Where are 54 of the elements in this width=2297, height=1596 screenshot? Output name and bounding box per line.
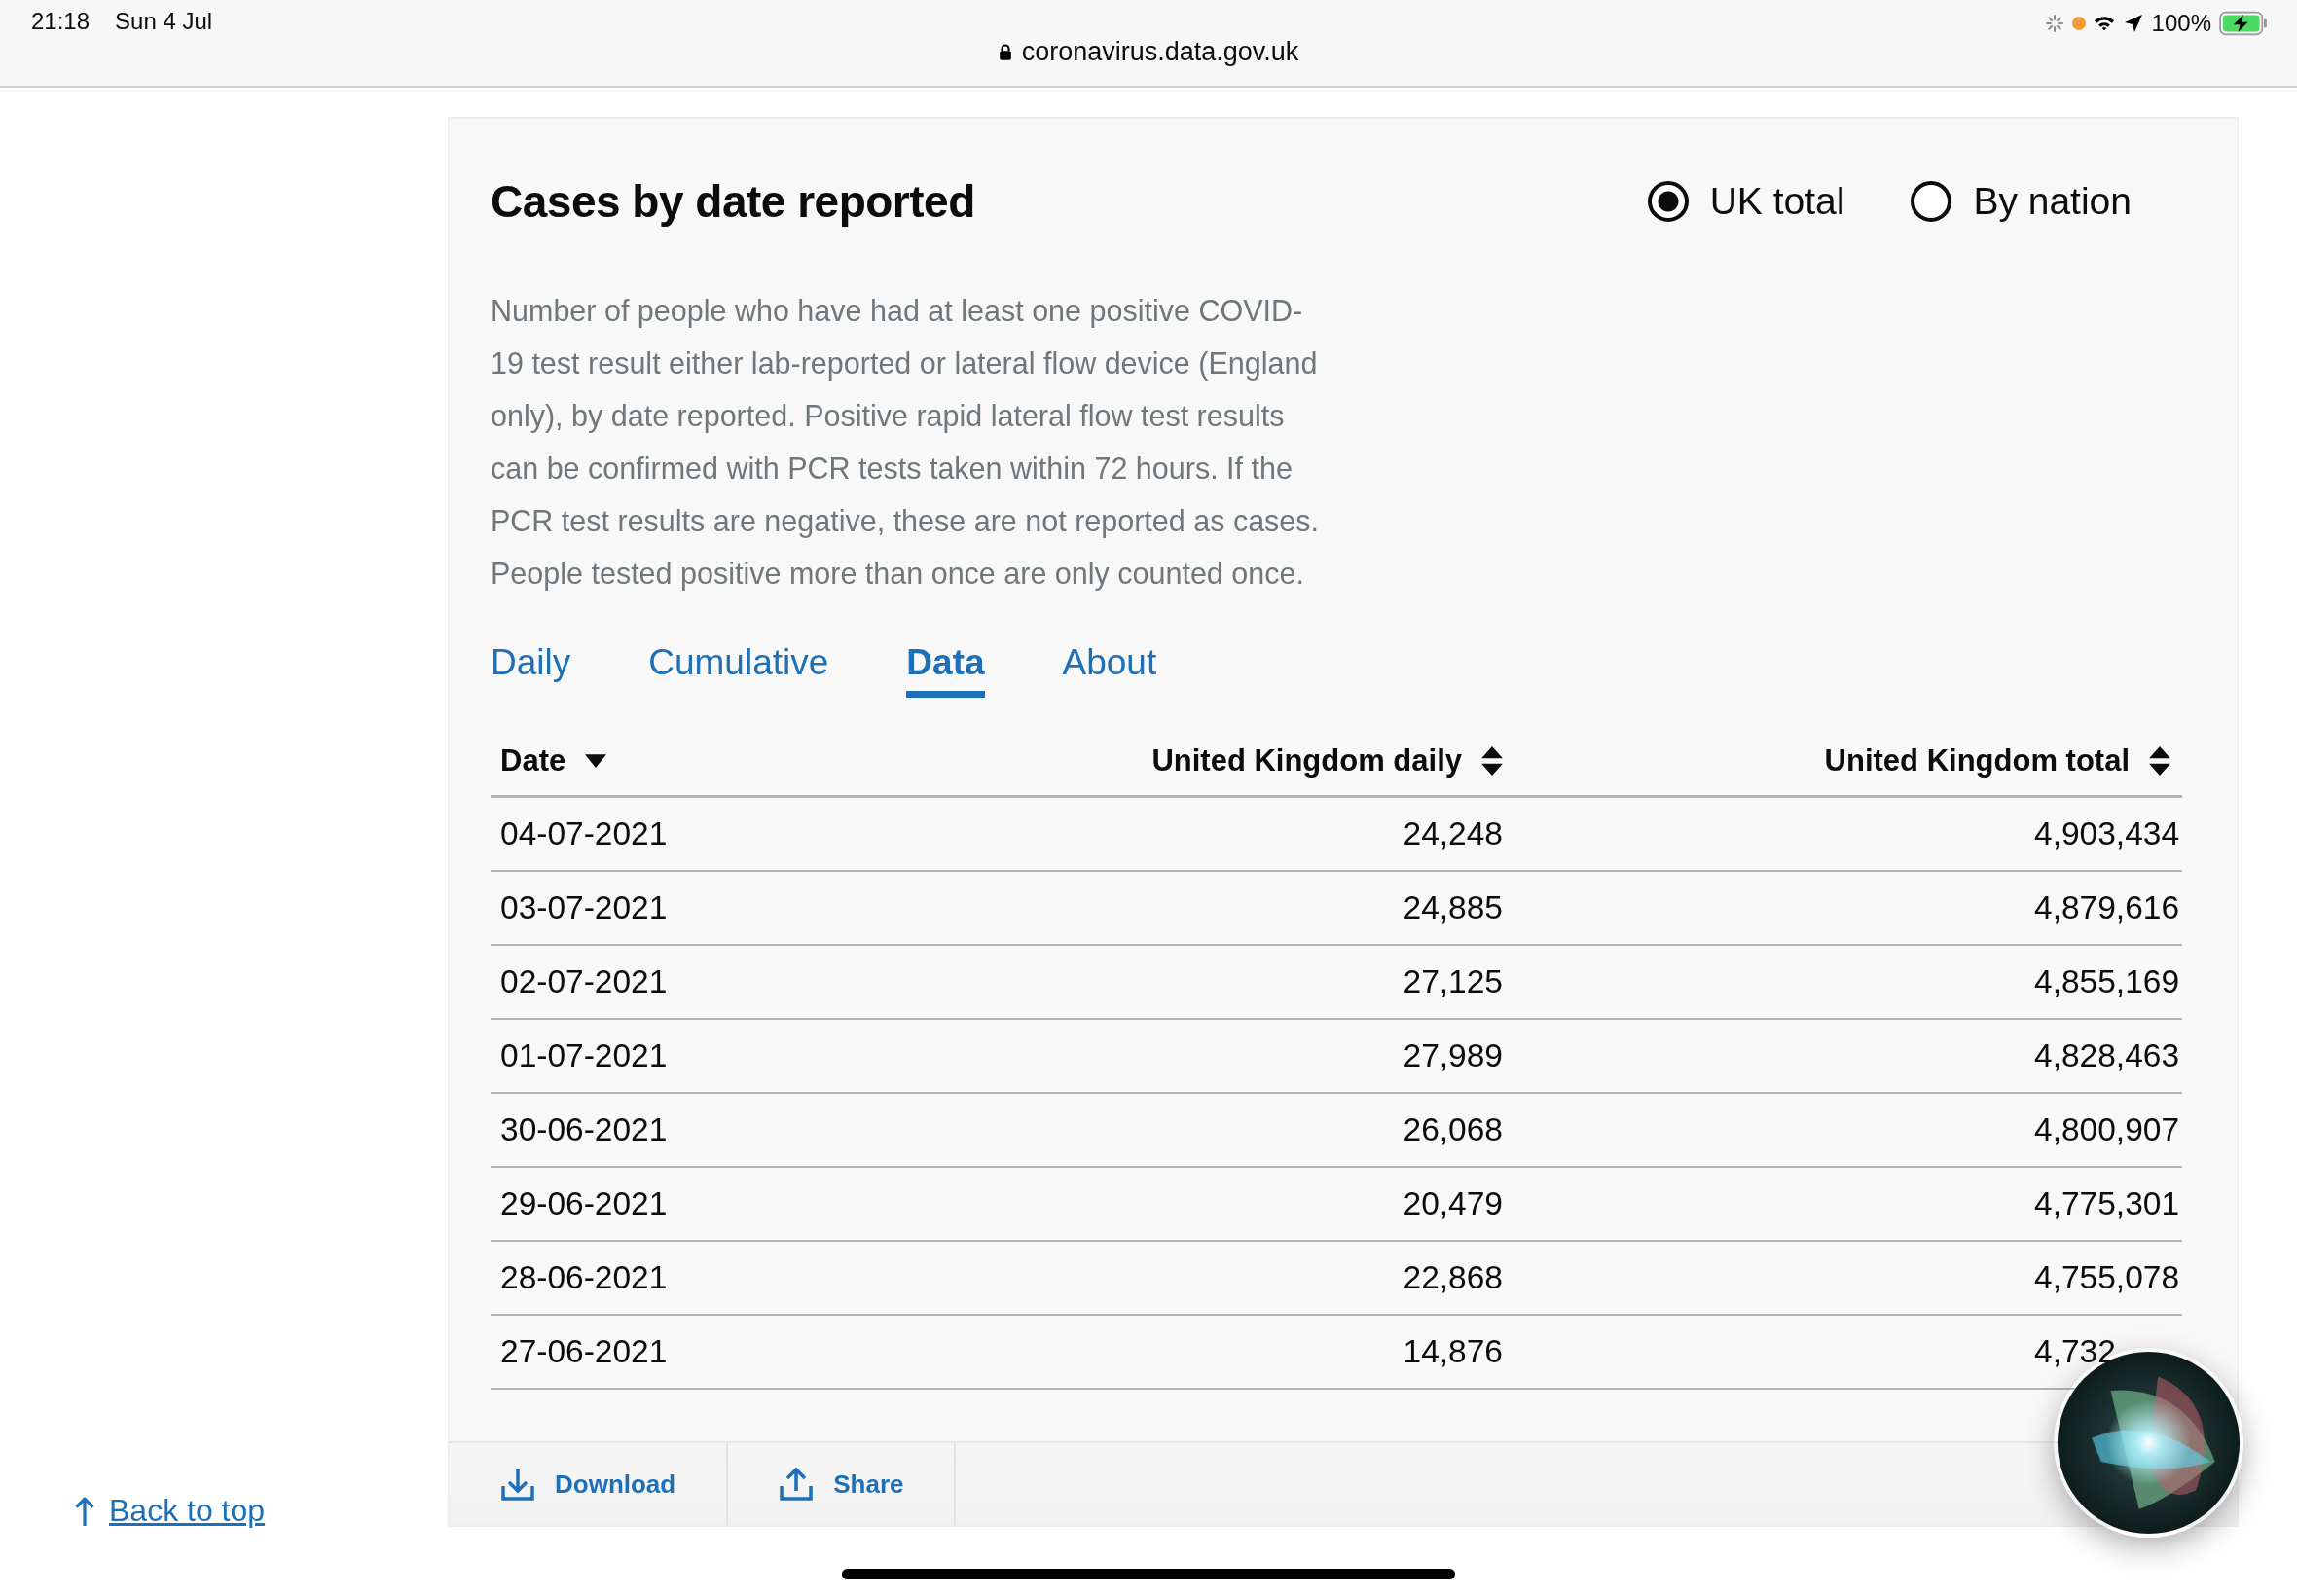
lock-icon: [998, 43, 1012, 61]
download-button[interactable]: Download: [450, 1443, 729, 1525]
table-cell: 20,479: [1403, 1185, 1503, 1221]
radio-label: By nation: [1973, 180, 2132, 223]
table-cell: 24,885: [1403, 889, 1503, 925]
download-icon: [500, 1467, 535, 1502]
chart-title: Cases by date reported: [491, 175, 975, 228]
table-cell: 27,125: [1403, 963, 1503, 999]
table-cell-text: 4,775,301: [2034, 1185, 2181, 1222]
table-cell: 14,876: [1403, 1333, 1503, 1369]
radio-label: UK total: [1709, 180, 1845, 223]
wifi-icon: [2093, 14, 2115, 33]
table-cell: 03-07-2021: [500, 889, 668, 925]
table-cell: 02-07-2021: [500, 963, 668, 999]
table-cell-text: 4,855,169: [2034, 963, 2181, 1000]
address-text[interactable]: coronavirus.data.gov.uk: [1021, 37, 1299, 67]
table-cell-text: 4,755,078: [2034, 1259, 2181, 1296]
radio-button[interactable]: [1911, 181, 1952, 222]
table-cell: 28-06-2021: [500, 1259, 668, 1295]
table-cell: 26,068: [1403, 1111, 1503, 1147]
tab[interactable]: Data: [906, 642, 985, 698]
column-header[interactable]: United Kingdom total: [1824, 744, 2170, 779]
table-cell: 29-06-2021: [500, 1185, 668, 1221]
description-text: Number of people who have had at least one positive COVID-19 test result either lab-reported or lateral flow device (England only), by date reported. Positive rapid lateral flow test results can be confirmed with PCR tests taken within 72 hours. If the PCR test results are negative, these are not reported as cases. People tested positive more than once are only counted once.: [491, 293, 1321, 593]
table-cell: 30-06-2021: [500, 1111, 668, 1147]
table-cell-text: 4,828,463: [2034, 1037, 2181, 1074]
table-cell: 01-07-2021: [500, 1037, 668, 1073]
tab[interactable]: About: [1062, 642, 1157, 698]
share-icon: [779, 1467, 815, 1502]
back-to-top-link[interactable]: Back to top: [74, 1493, 266, 1529]
tab[interactable]: Daily: [491, 642, 571, 698]
activity-icon: [2044, 14, 2064, 33]
radio-button[interactable]: [1647, 181, 1689, 222]
clock-time: 21:18: [31, 8, 91, 35]
indicator-dot-icon: [2071, 17, 2086, 30]
radio-option[interactable]: UK total: [1647, 180, 1845, 223]
table-cell-text: 4,903,434: [2034, 816, 2181, 852]
table-cell-text: 4,800,907: [2034, 1111, 2181, 1148]
arrow-up-icon: [74, 1495, 95, 1527]
table-cell: 24,248: [1403, 816, 1503, 852]
table-cell: 04-07-2021: [500, 816, 668, 852]
share-button[interactable]: Share: [728, 1443, 957, 1525]
date-label: Sun 4 Jul: [115, 8, 213, 35]
tab[interactable]: Cumulative: [648, 642, 829, 698]
radio-option[interactable]: By nation: [1911, 180, 2132, 223]
battery-percent: 100%: [2151, 10, 2211, 37]
table-cell: 27,989: [1403, 1037, 1503, 1073]
table-cell: 27-06-2021: [500, 1333, 668, 1369]
table-cell-text: 4,879,616: [2034, 889, 2181, 926]
battery-charging-icon: [2219, 11, 2268, 36]
table-cell-text: 4,732: [2034, 1333, 2117, 1370]
column-header[interactable]: United Kingdom daily: [1151, 744, 1503, 779]
column-header[interactable]: Date: [500, 744, 607, 779]
table-cell: 22,868: [1403, 1259, 1503, 1295]
